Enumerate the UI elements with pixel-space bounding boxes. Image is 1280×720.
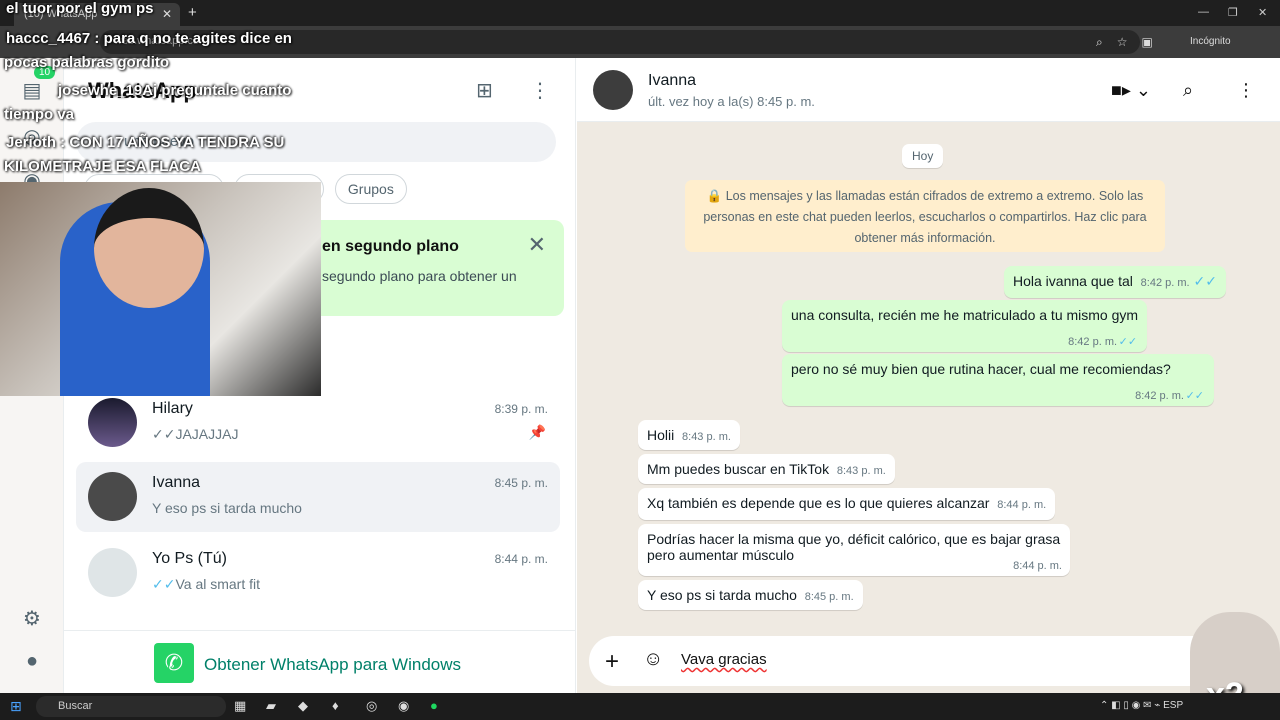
profile-icon[interactable]: ● [20, 650, 44, 674]
chat-name: Hilary [152, 400, 193, 417]
maximize-icon[interactable]: ❐ [1228, 6, 1238, 19]
chat-item-hilary[interactable]: Hilary 8:39 p. m. ✓✓JAJAJJAJ 📌 [76, 388, 560, 458]
chat-preview: ✓✓Va al smart fit [152, 576, 261, 592]
message-in[interactable]: Podrías hacer la misma que yo, déficit c… [638, 524, 1070, 576]
windows-start-icon[interactable]: ⊞ [10, 698, 22, 715]
chat-item-ivanna[interactable]: Ivanna 8:45 p. m. Y eso ps si tarda much… [76, 462, 560, 532]
taskbar-search[interactable]: Buscar [36, 696, 226, 717]
toolbar-icons[interactable]: ⌕☆▣ [1096, 35, 1167, 50]
conversation-panel: Ivanna últ. vez hoy a la(s) 8:45 p. m. ■… [577, 58, 1280, 693]
chats-icon[interactable]: ▤ [20, 78, 44, 102]
file-explorer-icon[interactable]: ▰ [266, 698, 276, 714]
whatsapp-logo-icon: ✆ [154, 643, 194, 683]
app-icon[interactable]: ♦ [332, 698, 339, 713]
avatar [88, 398, 137, 447]
overlay-line: haccc_4467 : para q no te agites dice en [6, 30, 292, 47]
message-out[interactable]: una consulta, recién me he matriculado a… [782, 300, 1148, 352]
chat-item-yo-ps[interactable]: Yo Ps (Tú) 8:44 p. m. ✓✓Va al smart fit [76, 538, 560, 608]
menu-icon[interactable]: ⋮ [530, 78, 550, 103]
contact-name[interactable]: Ivanna [648, 72, 696, 90]
minimize-icon[interactable]: — [1198, 6, 1209, 18]
composer: + ☺ Vava gracias [577, 630, 1280, 693]
overlay-line: Jerioth : CON 17 AÑOS YA TENDRA SU [6, 134, 285, 151]
new-chat-icon[interactable]: ⊞ [476, 78, 493, 103]
contact-status: últ. vez hoy a la(s) 8:45 p. m. [648, 94, 815, 109]
task-view-icon[interactable]: ▦ [234, 698, 246, 714]
spotify-icon[interactable]: ● [430, 698, 438, 713]
close-icon[interactable]: ✕ [528, 232, 546, 258]
chat-name: Yo Ps (Tú) [152, 550, 227, 567]
double-check-icon: ✓✓ [1193, 273, 1217, 289]
menu-icon[interactable]: ⋮ [1237, 80, 1255, 101]
overlay-line: tiempo va [4, 106, 75, 123]
streamer-head [94, 188, 204, 308]
chip-groups[interactable]: Grupos [334, 174, 407, 204]
message-input[interactable]: Vava gracias [681, 651, 767, 668]
close-window-icon[interactable]: ✕ [1258, 6, 1267, 19]
message-out[interactable]: Hola ivanna que tal 8:42 p. m. ✓✓ [1004, 266, 1226, 298]
lock-icon: 🔒 [706, 189, 726, 203]
day-separator: Hoy [902, 144, 944, 168]
double-check-icon: ✓✓ [152, 576, 176, 592]
banner-text: segundo plano para obtener un [322, 268, 517, 284]
video-call-icon[interactable]: ■▸ ⌄ [1111, 80, 1151, 101]
chat-time: 8:45 p. m. [494, 476, 548, 490]
message-input-box[interactable]: + ☺ Vava gracias [589, 636, 1219, 686]
chat-time: 8:39 p. m. [494, 402, 548, 416]
close-tab-icon[interactable]: ✕ [162, 7, 172, 21]
double-check-icon: ✓✓ [152, 426, 176, 442]
chat-time: 8:44 p. m. [494, 552, 548, 566]
new-tab-icon[interactable]: + [188, 4, 197, 21]
overlay-line: el tuor por el gym ps [6, 0, 154, 17]
chat-name: Ivanna [152, 474, 201, 491]
banner-title: en segundo plano [322, 238, 459, 255]
double-check-icon: ✓✓ [1118, 336, 1138, 348]
message-in[interactable]: Mm puedes buscar en TikTok 8:43 p. m. [638, 454, 895, 484]
sticker-icon[interactable]: ☺ [643, 648, 663, 671]
settings-icon[interactable]: ⚙ [20, 606, 44, 630]
overlay-line: pocas palabras gordito [4, 54, 170, 71]
contact-avatar[interactable] [593, 70, 633, 110]
message-in[interactable]: Xq también es depende que es lo que quie… [638, 488, 1056, 520]
message-out[interactable]: pero no sé muy bien que rutina hacer, cu… [782, 354, 1214, 406]
incognito-label: Incógnito [1190, 36, 1231, 47]
overlay-line: josewhe_19Aj preguntale cuanto [58, 82, 292, 99]
double-check-icon: ✓✓ [1185, 390, 1204, 402]
avatar [88, 472, 137, 521]
browser-titlebar: (10) WhatsApp ✕ + — ❐ ✕ [0, 0, 1280, 26]
attach-plus-icon[interactable]: + [605, 648, 619, 676]
message-in[interactable]: Y eso ps si tarda mucho 8:45 p. m. [638, 580, 863, 610]
webcam-overlay [0, 182, 321, 396]
search-icon[interactable]: ⌕ [1183, 80, 1193, 101]
chrome-icon[interactable]: ◎ [366, 698, 377, 714]
system-tray[interactable]: ⌃ ◧ ▯ ◉ ✉ ⌁ ESP [1100, 700, 1183, 711]
windows-taskbar: ⊞ Buscar ▦ ▰ ◆ ♦ ◎ ◉ ● ⌃ ◧ ▯ ◉ ✉ ⌁ ESP [0, 693, 1280, 720]
obs-icon[interactable]: ◉ [398, 698, 409, 714]
encryption-notice[interactable]: 🔒 Los mensajes y las llamadas están cifr… [685, 180, 1165, 252]
message-in[interactable]: Holii 8:43 p. m. [638, 420, 740, 450]
pin-icon: 📌 [528, 424, 546, 440]
chat-preview: Y eso ps si tarda mucho [152, 500, 302, 516]
default-avatar-icon [88, 548, 137, 597]
get-whatsapp-windows[interactable]: ✆ Obtener WhatsApp para Windows [64, 630, 576, 693]
chat-preview: ✓✓JAJAJJAJ [152, 426, 239, 442]
language-indicator: ESP [1163, 700, 1184, 711]
overlay-line: KILOMETRAJE ESA FLACA [4, 158, 201, 175]
conversation-header: Ivanna últ. vez hoy a la(s) 8:45 p. m. ■… [577, 58, 1280, 122]
get-whatsapp-link[interactable]: Obtener WhatsApp para Windows [204, 655, 461, 675]
notes-icon[interactable]: ◆ [298, 698, 308, 714]
